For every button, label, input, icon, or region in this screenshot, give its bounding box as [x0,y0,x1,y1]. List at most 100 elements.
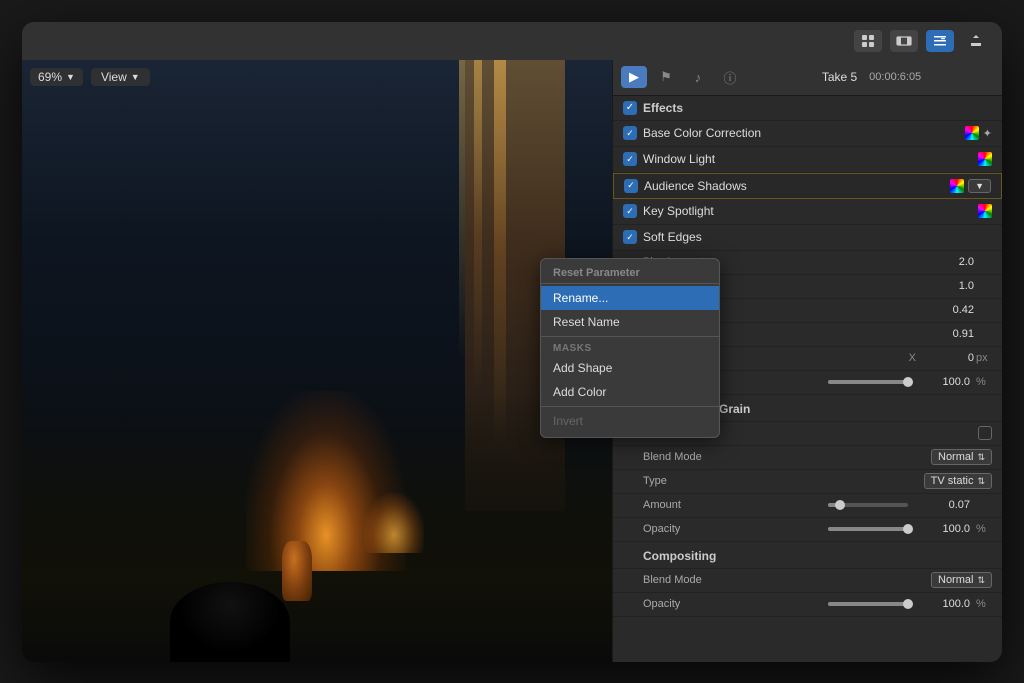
ctx-separator-1 [541,336,719,337]
window-light-icons [978,152,992,166]
center-value: 0 [924,352,974,364]
ctx-separator-2 [541,406,719,407]
tab-audio[interactable]: ♪ [685,66,711,88]
soft-edges-row[interactable]: ✓ Soft Edges [613,225,1002,251]
color-badge-2 [978,152,992,166]
main-content: 69% ▼ View ▼ ▶ ⚑ ♪ ⓘ Take 5 [22,60,1002,662]
opacity-slider[interactable] [828,527,908,531]
blur-amount-value: 2.0 [924,256,974,268]
comp-blend-mode-dropdown[interactable]: Normal ⇅ [931,572,992,588]
dropdown-chevron: ▼ [975,181,984,191]
context-menu-add-shape[interactable]: Add Shape [541,356,719,380]
type-value: TV static [931,475,974,487]
ctx-masks-label: MASKS [541,339,719,356]
comp-opacity-row[interactable]: Opacity 100.0 % [613,593,1002,617]
context-menu: Reset Parameter Rename... Reset Name MAS… [540,258,720,438]
compositing-header: Compositing [613,544,1002,569]
audience-shadows-name: Audience Shadows [644,179,950,193]
tab-flag[interactable]: ⚑ [653,66,679,88]
blend-mode-row[interactable]: Blend Mode Normal ⇅ [613,446,1002,470]
compositing-title: Compositing [623,549,716,563]
context-menu-rename[interactable]: Rename... [541,286,719,310]
strength-fill [828,380,908,384]
comp-blend-mode-value: Normal [938,574,973,586]
tab-info[interactable]: ⓘ [717,66,743,88]
comp-opacity-slider[interactable] [828,602,908,606]
zoom-chevron: ▼ [66,72,75,82]
inspector-button[interactable] [926,30,954,52]
comp-blend-mode-label: Blend Mode [643,574,931,586]
strength-unit: % [976,376,992,388]
context-menu-invert: Invert [541,409,719,433]
key-spotlight-name: Key Spotlight [643,204,978,218]
window-light-check[interactable]: ✓ [623,152,637,166]
timecode: 00:00:6:05 [869,71,921,83]
audience-shadows-check[interactable]: ✓ [624,179,638,193]
comp-opacity-fill [828,602,908,606]
share-button[interactable] [962,30,990,52]
tab-video[interactable]: ▶ [621,66,647,88]
color-badge [965,126,979,140]
type-label: Type [643,475,924,487]
effects-check[interactable]: ✓ [623,101,637,115]
blend-mode-label: Blend Mode [643,451,931,463]
type-arrows: ⇅ [977,476,985,487]
view-chevron: ▼ [131,72,140,82]
effects-title: Effects [643,101,683,115]
grid-view-button[interactable] [854,30,882,52]
blend-mode-dropdown[interactable]: Normal ⇅ [931,449,992,465]
base-color-check[interactable]: ✓ [623,126,637,140]
key-spotlight-check[interactable]: ✓ [623,204,637,218]
comp-opacity-value: 100.0 [920,598,970,610]
blend-mode-arrows: ⇅ [977,452,985,463]
filmstrip-button[interactable] [890,30,918,52]
inspector-toolbar: ▶ ⚑ ♪ ⓘ Take 5 00:00:6:05 [613,60,1002,96]
amount-slider[interactable] [828,503,908,507]
monochrome-checkbox[interactable] [978,426,992,440]
center-unit: px [976,352,992,364]
preview-area: 69% ▼ View ▼ [22,60,612,662]
amount-value: 0.07 [920,499,970,511]
base-color-icons: ✦ [965,126,992,140]
inspector-panel: ▶ ⚑ ♪ ⓘ Take 5 00:00:6:05 ✓ Effects [612,60,1002,662]
context-menu-add-color[interactable]: Add Color [541,380,719,404]
window-light-row[interactable]: ✓ Window Light [613,147,1002,173]
take-name: Take 5 [822,70,857,84]
comp-blend-mode-row[interactable]: Blend Mode Normal ⇅ [613,569,1002,593]
zoom-control[interactable]: 69% ▼ [30,68,83,86]
opacity-label: Opacity [643,523,816,535]
opacity-unit: % [976,523,992,535]
strength-thumb [903,377,913,387]
opacity-thumb [903,524,913,534]
color-badge-4 [978,204,992,218]
preview-toolbar: 69% ▼ View ▼ [30,68,150,86]
audience-shadows-icons: ▼ [950,179,991,193]
audience-shadows-row[interactable]: ✓ Audience Shadows ▼ [613,173,1002,199]
color-badge-3 [950,179,964,193]
preview-image: 69% ▼ View ▼ [22,60,612,662]
type-row[interactable]: Type TV static ⇅ [613,470,1002,494]
zoom-value: 69% [38,70,62,84]
type-dropdown[interactable]: TV static ⇅ [924,473,992,489]
effects-section-header: ✓ Effects [613,96,1002,121]
toolbar-icons [854,30,990,52]
comp-opacity-thumb [903,599,913,609]
view-button[interactable]: View ▼ [91,68,150,86]
base-color-name: Base Color Correction [643,126,965,140]
base-color-correction-row[interactable]: ✓ Base Color Correction ✦ [613,121,1002,147]
soft-edges-check[interactable]: ✓ [623,230,637,244]
darken-value: 1.0 [924,280,974,292]
comp-opacity-label: Opacity [643,598,816,610]
context-menu-reset-name[interactable]: Reset Name [541,310,719,334]
falloff-value: 0.91 [924,328,974,340]
context-menu-title: Reset Parameter [541,263,719,284]
strength-slider[interactable] [828,380,908,384]
blend-mode-value: Normal [938,451,973,463]
key-spotlight-row[interactable]: ✓ Key Spotlight [613,199,1002,225]
audience-shadows-dropdown[interactable]: ▼ [968,179,991,193]
soft-edges-name: Soft Edges [643,230,992,244]
opacity-row[interactable]: Opacity 100.0 % [613,518,1002,542]
window-light-name: Window Light [643,152,978,166]
amount-row[interactable]: Amount 0.07 [613,494,1002,518]
magic-wand-icon: ✦ [983,127,992,140]
